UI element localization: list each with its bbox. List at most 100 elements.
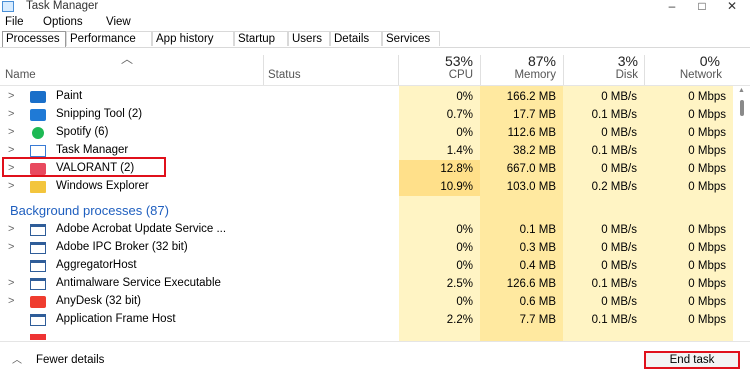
process-name: Adobe Acrobat Update Service ... xyxy=(56,223,227,235)
expand-chevron-icon[interactable]: > xyxy=(8,108,14,120)
process-cpu: 0% xyxy=(456,296,473,308)
title-bar: Task Manager – □ ✕ xyxy=(0,0,750,15)
menu-options[interactable]: Options xyxy=(43,16,83,28)
process-row[interactable]: Application Frame Host 2.2% 7.7 MB 0.1 MB/s… xyxy=(0,311,733,329)
process-disk: 0 MB/s xyxy=(601,224,637,236)
column-divider[interactable] xyxy=(563,55,564,85)
cpu-total[interactable]: 53% xyxy=(400,53,473,69)
minimize-button[interactable]: – xyxy=(658,0,686,15)
column-divider[interactable] xyxy=(398,55,399,85)
tab-users[interactable]: Users xyxy=(288,31,330,46)
process-disk: 0.2 MB/s xyxy=(591,181,637,193)
process-cpu: 0% xyxy=(456,260,473,272)
scroll-up-icon[interactable]: ▲ xyxy=(738,87,745,94)
tab-processes[interactable]: Processes xyxy=(2,31,66,47)
sort-up-icon[interactable]: ︿ xyxy=(121,50,133,67)
menu-file[interactable]: File xyxy=(5,16,24,28)
process-name: Adobe IPC Broker (32 bit) xyxy=(56,241,188,253)
process-cpu: 2.2% xyxy=(446,314,473,326)
close-button[interactable]: ✕ xyxy=(718,0,746,15)
process-network: 0 Mbps xyxy=(688,91,726,103)
column-memory[interactable]: Memory xyxy=(482,69,556,81)
network-total[interactable]: 0% xyxy=(646,53,720,69)
process-row[interactable]: > AnyDesk (32 bit) 0% 0.6 MB 0 MB/s 0 Mbps xyxy=(0,293,733,311)
column-cpu[interactable]: CPU xyxy=(400,69,473,81)
task-manager-icon xyxy=(2,1,14,12)
process-network: 0 Mbps xyxy=(688,296,726,308)
paint-icon xyxy=(30,91,46,103)
process-disk: 0.1 MB/s xyxy=(591,314,637,326)
memory-total[interactable]: 87% xyxy=(482,53,556,69)
expand-chevron-icon[interactable]: > xyxy=(8,277,14,289)
process-disk: 0 MB/s xyxy=(601,242,637,254)
app-window-icon xyxy=(30,260,46,272)
process-network: 0 Mbps xyxy=(688,242,726,254)
tab-details[interactable]: Details xyxy=(330,31,382,46)
process-network: 0 Mbps xyxy=(688,127,726,139)
process-name: Task Manager xyxy=(56,144,129,156)
app-window-icon xyxy=(30,224,46,236)
fewer-details-link[interactable]: Fewer details xyxy=(36,354,104,366)
process-row[interactable]: > Paint 0% 166.2 MB 0 MB/s 0 Mbps xyxy=(0,88,733,106)
expand-chevron-icon[interactable]: > xyxy=(8,126,14,138)
process-network: 0 Mbps xyxy=(688,181,726,193)
tab-services[interactable]: Services xyxy=(382,31,440,46)
process-row[interactable]: > Snipping Tool (2) 0.7% 17.7 MB 0.1 MB/s 0 M… xyxy=(0,106,733,124)
expand-chevron-icon[interactable]: > xyxy=(8,90,14,102)
process-memory: 7.7 MB xyxy=(519,314,556,326)
process-row[interactable]: > Antimalware Service Executable 2.5% 126.6… xyxy=(0,275,733,293)
process-cpu: 0% xyxy=(456,242,473,254)
column-divider[interactable] xyxy=(480,55,481,85)
column-network[interactable]: Network xyxy=(646,69,722,81)
tab-startup[interactable]: Startup xyxy=(234,31,288,46)
process-name: AggregatorHost xyxy=(56,259,137,271)
process-disk: 0 MB/s xyxy=(601,296,637,308)
process-cpu: 10.9% xyxy=(440,181,473,193)
column-header: ︿ Name Status 53% CPU 87% Memory 3% Disk… xyxy=(0,47,750,86)
expand-chevron-icon[interactable]: > xyxy=(8,295,14,307)
process-cpu: 12.8% xyxy=(440,163,473,175)
column-disk[interactable]: Disk xyxy=(565,69,638,81)
process-row[interactable]: > Spotify (6) 0% 112.6 MB 0 MB/s 0 Mbps xyxy=(0,124,733,142)
process-row[interactable]: > Windows Explorer 10.9% 103.0 MB 0.2 MB/s 0 … xyxy=(0,178,733,196)
tab-app-history[interactable]: App history xyxy=(152,31,234,46)
expand-chevron-icon[interactable]: > xyxy=(8,241,14,253)
process-name: Spotify (6) xyxy=(56,126,109,138)
maximize-button[interactable]: □ xyxy=(688,0,716,15)
process-name: Paint xyxy=(56,90,83,102)
process-disk: 0 MB/s xyxy=(601,127,637,139)
highlight-box xyxy=(2,157,166,177)
process-name: Application Frame Host xyxy=(56,313,176,325)
background-processes-header: Background processes (87) xyxy=(10,203,169,218)
expand-chevron-icon[interactable]: > xyxy=(8,180,14,192)
process-network: 0 Mbps xyxy=(688,109,726,121)
column-name[interactable]: Name xyxy=(5,69,36,81)
end-task-button[interactable]: End task xyxy=(644,351,740,369)
process-row[interactable]: > Adobe Acrobat Update Service ... 0% 0.1 M… xyxy=(0,221,733,239)
process-network: 0 Mbps xyxy=(688,145,726,157)
tab-performance[interactable]: Performance xyxy=(66,31,152,46)
expand-chevron-icon[interactable]: > xyxy=(8,223,14,235)
column-divider[interactable] xyxy=(644,55,645,85)
scrollbar[interactable]: ▲ xyxy=(735,85,750,340)
process-cpu: 2.5% xyxy=(446,278,473,290)
process-disk: 0 MB/s xyxy=(601,260,637,272)
process-network: 0 Mbps xyxy=(688,260,726,272)
scrollbar-thumb[interactable] xyxy=(740,100,744,116)
process-memory: 166.2 MB xyxy=(506,91,556,103)
folder-icon xyxy=(30,181,46,193)
anydesk-icon xyxy=(30,296,46,308)
process-memory: 112.6 MB xyxy=(507,127,556,139)
snipping-tool-icon xyxy=(30,109,46,121)
menu-view[interactable]: View xyxy=(106,16,131,28)
process-memory: 0.3 MB xyxy=(519,242,556,254)
disk-total[interactable]: 3% xyxy=(565,53,638,69)
expand-chevron-icon[interactable]: > xyxy=(8,144,14,156)
process-row[interactable]: > Adobe IPC Broker (32 bit) 0% 0.3 MB 0 MB/s… xyxy=(0,239,733,257)
footer: ︿ Fewer details End task xyxy=(0,341,750,376)
process-disk: 0 MB/s xyxy=(601,163,637,175)
process-row[interactable]: AggregatorHost 0% 0.4 MB 0 MB/s 0 Mbps xyxy=(0,257,733,275)
column-status[interactable]: Status xyxy=(268,69,301,81)
chevron-up-icon[interactable]: ︿ xyxy=(12,351,22,366)
column-divider[interactable] xyxy=(263,55,264,85)
